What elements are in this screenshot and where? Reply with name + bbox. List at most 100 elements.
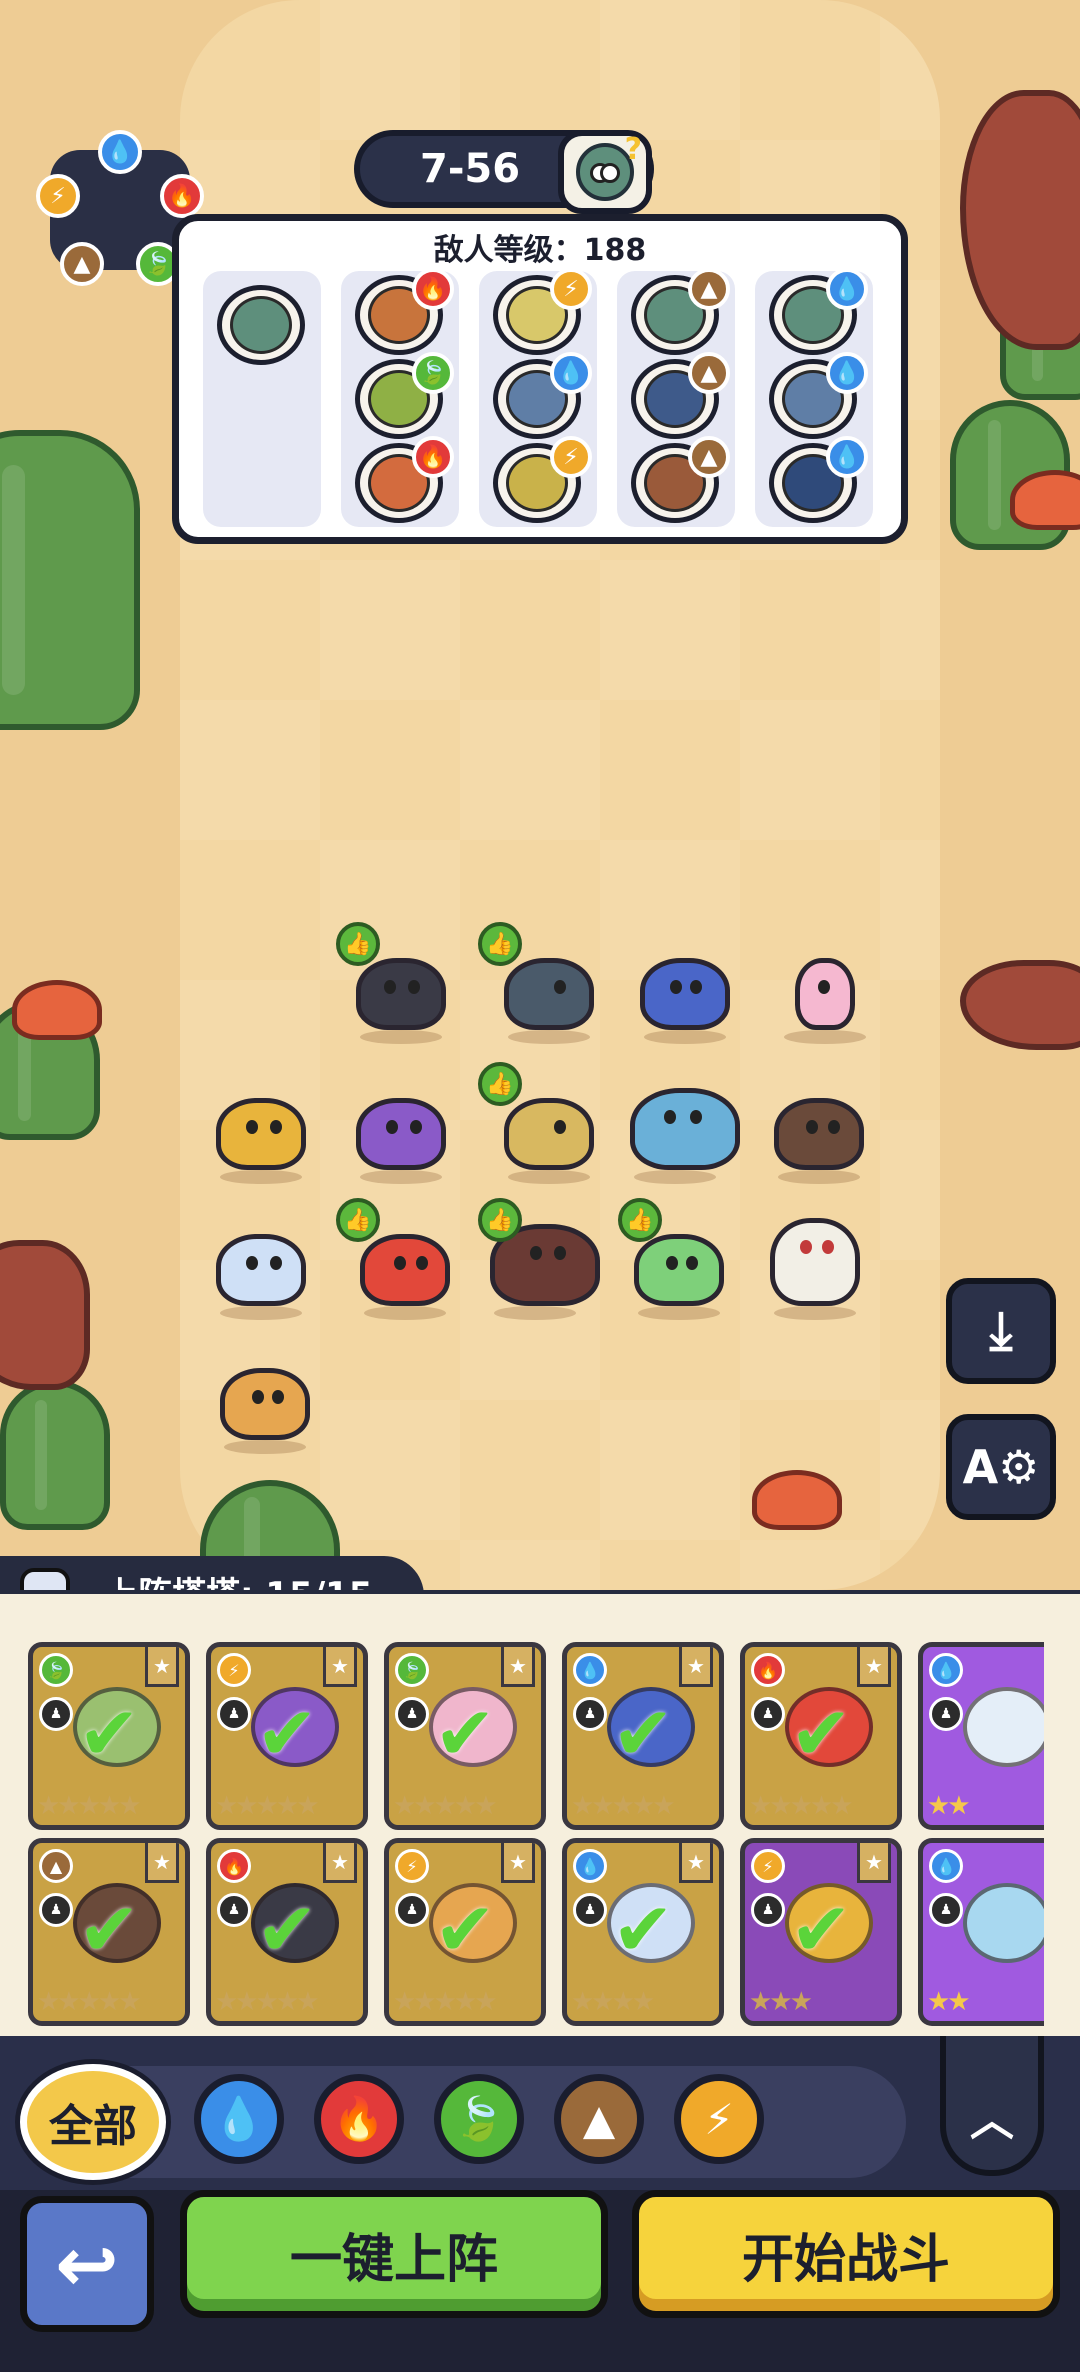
star-rating: ★★★★★ — [215, 1987, 320, 2017]
tower-card-list[interactable]: 🍃 ♟ ★ ✔ ★★★★★ ⚡ ♟ ★ ✔ ★★★★★ 🍃 ♟ ★ ✔ ★★★★… — [0, 1590, 1080, 2036]
flower-decoration — [752, 1470, 842, 1530]
favorite-icon[interactable]: ★ — [145, 1647, 179, 1687]
filter-thunder-button[interactable]: ⚡ — [674, 2074, 764, 2164]
deployed-unit[interactable] — [760, 1200, 870, 1320]
back-button[interactable]: ↩ — [20, 2196, 154, 2332]
cactus-decoration — [0, 430, 140, 730]
deployed-check-icon: ✔ — [789, 1691, 852, 1777]
deployed-check-icon: ✔ — [77, 1691, 140, 1777]
favorite-icon[interactable]: ★ — [323, 1647, 357, 1687]
earth-icon: ▲ — [688, 352, 730, 394]
deployed-unit[interactable] — [764, 1080, 874, 1184]
class-icon: ♟ — [929, 1697, 963, 1731]
enemy-wave: 🔥 🍃 🔥 — [341, 268, 459, 527]
tower-card[interactable]: 🍃 ♟ ★ ✔ ★★★★★ — [384, 1642, 546, 1830]
battlefield: 💧 🔥 🍃 ▲ ⚡ 7-56 ? 敌人等级：188 🔥 🍃 🔥 ⚡ 💧 ⚡ ▲ … — [0, 0, 1080, 1590]
tower-card[interactable]: ▲ ♟ ★ ✔ ★★★★★ — [28, 1838, 190, 2026]
enemy-portrait: 💧 — [493, 352, 592, 439]
earth-icon: ▲ — [688, 268, 730, 310]
save-formation-button[interactable]: ⤓ — [946, 1278, 1056, 1384]
deployed-unit[interactable] — [620, 1070, 750, 1184]
fire-icon: 🔥 — [160, 174, 204, 218]
favorite-icon[interactable]: ★ — [501, 1843, 535, 1883]
deployed-check-icon: ✔ — [433, 1691, 496, 1777]
tower-card[interactable]: ⚡ ♟ ★ ✔ ★★★ — [740, 1838, 902, 2026]
tower-card[interactable]: 💧 ♟ ★★ — [918, 1642, 1044, 1830]
one-click-deploy-button[interactable]: 一键上阵 — [180, 2190, 608, 2318]
enemy-wave: ⚡ 💧 ⚡ — [479, 268, 597, 527]
tower-card[interactable]: ⚡ ♟ ★ ✔ ★★★★★ — [384, 1838, 546, 2026]
collapse-panel-button[interactable]: ︿ — [940, 2036, 1044, 2176]
star-rating: ★★★★★ — [393, 1987, 498, 2017]
cactus-decoration — [0, 1380, 110, 1530]
filter-fire-button[interactable]: 🔥 — [314, 2074, 404, 2164]
deployed-check-icon: ✔ — [255, 1691, 318, 1777]
favorite-icon[interactable]: ★ — [857, 1647, 891, 1687]
water-icon: 💧 — [929, 1653, 963, 1687]
deployed-unit[interactable] — [206, 1216, 316, 1320]
star-rating: ★★★★★ — [571, 1791, 676, 1821]
enemy-portrait: ▲ — [631, 352, 730, 439]
thunder-icon: ⚡ — [751, 1849, 785, 1883]
fire-icon: 🔥 — [751, 1653, 785, 1687]
tower-card[interactable]: 🔥 ♟ ★ ✔ ★★★★★ — [206, 1838, 368, 2026]
deployed-check-icon: ✔ — [255, 1887, 318, 1973]
thumbs-up-icon: 👍 — [478, 1198, 522, 1242]
deployed-check-icon: ✔ — [611, 1691, 674, 1777]
earth-icon: ▲ — [688, 436, 730, 478]
leaf-icon: 🍃 — [452, 2094, 506, 2143]
favorite-icon[interactable]: ★ — [323, 1843, 357, 1883]
filter-earth-button[interactable]: ▲ — [554, 2074, 644, 2164]
water-icon: 💧 — [826, 268, 868, 310]
stage-level-pill[interactable]: 7-56 ? — [354, 130, 654, 214]
enemy-portrait: ▲ — [631, 268, 730, 355]
favorite-icon[interactable]: ★ — [501, 1647, 535, 1687]
start-battle-button[interactable]: 开始战斗 — [632, 2190, 1060, 2318]
action-bar: ↩ 一键上阵 开始战斗 — [0, 2190, 1080, 2372]
enemy-portrait: 🔥 — [355, 436, 454, 523]
water-icon: 💧 — [550, 352, 592, 394]
tower-card[interactable]: 🍃 ♟ ★ ✔ ★★★★★ — [28, 1642, 190, 1830]
leaf-icon: 🍃 — [412, 352, 454, 394]
enemy-wave: 💧 💧 💧 — [755, 268, 873, 527]
star-rating: ★★★★★ — [37, 1987, 142, 2017]
thunder-icon: ⚡ — [704, 2094, 734, 2144]
favorite-icon[interactable]: ★ — [145, 1843, 179, 1883]
thumbs-up-icon: 👍 — [478, 1062, 522, 1106]
star-rating: ★★★★★ — [393, 1791, 498, 1821]
water-icon: 💧 — [98, 130, 142, 174]
enemy-info-icon[interactable]: ? — [558, 130, 652, 214]
star-rating: ★★★★★ — [215, 1791, 320, 1821]
earth-icon: ▲ — [39, 1849, 73, 1883]
rock-decoration — [0, 1240, 90, 1390]
tower-card[interactable]: 💧 ♟ ★ ✔ ★★★★★ — [562, 1642, 724, 1830]
rock-decoration — [960, 960, 1080, 1050]
enemy-wave: ▲ ▲ ▲ — [617, 268, 735, 527]
deployed-unit[interactable] — [346, 1080, 456, 1184]
deployed-check-icon: ✔ — [433, 1887, 496, 1973]
favorite-icon[interactable]: ★ — [679, 1843, 713, 1883]
enemy-level: 敌人等级：188 — [433, 233, 647, 268]
enemy-portrait: 💧 — [769, 436, 868, 523]
tower-card[interactable]: 💧 ♟ ★★ — [918, 1838, 1044, 2026]
deployed-unit[interactable] — [210, 1350, 320, 1454]
tower-card[interactable]: 🔥 ♟ ★ ✔ ★★★★★ — [740, 1642, 902, 1830]
water-icon: 💧 — [573, 1849, 607, 1883]
filter-all-button[interactable]: 全部 — [20, 2064, 166, 2180]
thumbs-up-icon: 👍 — [336, 1198, 380, 1242]
tower-card[interactable]: 💧 ♟ ★ ✔ ★★★★ — [562, 1838, 724, 2026]
deployed-unit[interactable] — [206, 1080, 316, 1184]
rock-decoration — [960, 90, 1080, 350]
star-rating: ★★★★★ — [37, 1791, 142, 1821]
filter-water-button[interactable]: 💧 — [194, 2074, 284, 2164]
thunder-icon: ⚡ — [36, 174, 80, 218]
favorite-icon[interactable]: ★ — [857, 1843, 891, 1883]
auto-settings-button[interactable]: A⚙ — [946, 1414, 1056, 1520]
favorite-icon[interactable]: ★ — [679, 1647, 713, 1687]
deployed-unit[interactable] — [770, 940, 880, 1044]
thunder-icon: ⚡ — [550, 268, 592, 310]
thunder-icon: ⚡ — [550, 436, 592, 478]
tower-card[interactable]: ⚡ ♟ ★ ✔ ★★★★★ — [206, 1642, 368, 1830]
deployed-unit[interactable] — [630, 940, 740, 1044]
filter-leaf-button[interactable]: 🍃 — [434, 2074, 524, 2164]
